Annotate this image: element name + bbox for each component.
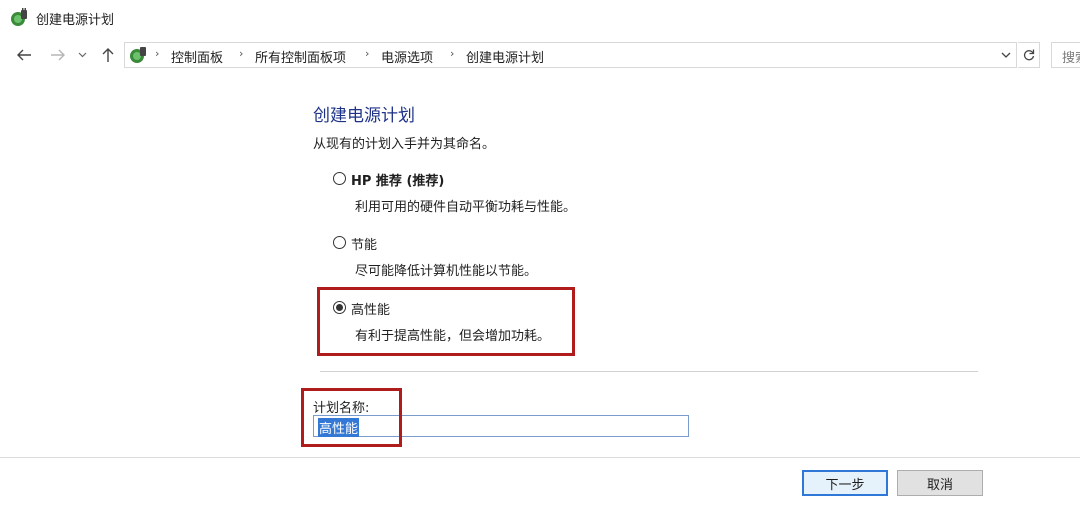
- breadcrumb-create-plan[interactable]: 创建电源计划: [466, 47, 544, 66]
- window-title: 创建电源计划: [36, 13, 115, 28]
- divider: [320, 371, 978, 372]
- arrow-up-icon: [102, 48, 114, 62]
- page-title: 创建电源计划: [313, 106, 415, 126]
- option-label[interactable]: HP 推荐 (推荐): [351, 170, 444, 189]
- highlight-box-option: [317, 287, 575, 356]
- arrow-left-icon: [17, 49, 31, 61]
- chevron-right-icon: ›: [450, 47, 455, 60]
- chevron-right-icon: ›: [155, 47, 160, 60]
- option-description: 尽可能降低计算机性能以节能。: [355, 264, 538, 279]
- forward-button[interactable]: [46, 42, 70, 68]
- up-button[interactable]: [96, 42, 120, 68]
- title-bar: 创建电源计划: [0, 0, 1080, 36]
- page-subtitle: 从现有的计划入手并为其命名。: [313, 137, 496, 152]
- next-button[interactable]: 下一步: [802, 470, 888, 496]
- breadcrumb-all-items[interactable]: 所有控制面板项: [255, 47, 346, 66]
- search-box[interactable]: 搜索: [1051, 42, 1080, 68]
- power-options-icon: [130, 47, 146, 63]
- refresh-button[interactable]: [1018, 42, 1040, 68]
- search-input[interactable]: 搜索: [1062, 47, 1080, 66]
- chevron-right-icon: ›: [365, 47, 370, 60]
- chevron-down-icon: [1001, 52, 1011, 58]
- arrow-right-icon: [51, 49, 65, 61]
- option-description: 利用可用的硬件自动平衡功耗与性能。: [355, 200, 577, 215]
- breadcrumb-power-options[interactable]: 电源选项: [381, 47, 433, 66]
- footer-divider: [0, 457, 1080, 458]
- breadcrumb-control-panel[interactable]: 控制面板: [171, 47, 223, 66]
- power-options-icon: [11, 8, 27, 26]
- cancel-button[interactable]: 取消: [897, 470, 983, 496]
- option-label[interactable]: 节能: [351, 234, 377, 253]
- recent-locations-button[interactable]: [74, 42, 90, 68]
- radio-power-saver[interactable]: [333, 236, 346, 249]
- address-bar[interactable]: › 控制面板 › 所有控制面板项 › 电源选项 › 创建电源计划: [124, 42, 1017, 68]
- chevron-right-icon: ›: [239, 47, 244, 60]
- address-dropdown-button[interactable]: [1000, 45, 1016, 65]
- highlight-box-name: [301, 388, 402, 447]
- back-button[interactable]: [12, 42, 36, 68]
- chevron-down-icon: [78, 52, 86, 58]
- refresh-icon: [1023, 49, 1034, 61]
- radio-hp-recommended[interactable]: [333, 172, 346, 185]
